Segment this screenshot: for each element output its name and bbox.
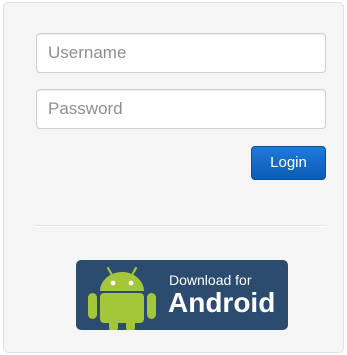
badge-android-text: Android (168, 287, 276, 318)
username-input[interactable] (36, 33, 326, 73)
badge-download-for-text: Download for (169, 272, 252, 288)
password-input[interactable] (36, 89, 326, 129)
android-robot-icon (84, 264, 160, 330)
download-android-badge[interactable]: Download for Android (76, 260, 288, 330)
section-divider (36, 225, 326, 227)
login-panel: Login (3, 2, 344, 353)
login-button[interactable]: Login (251, 146, 326, 180)
